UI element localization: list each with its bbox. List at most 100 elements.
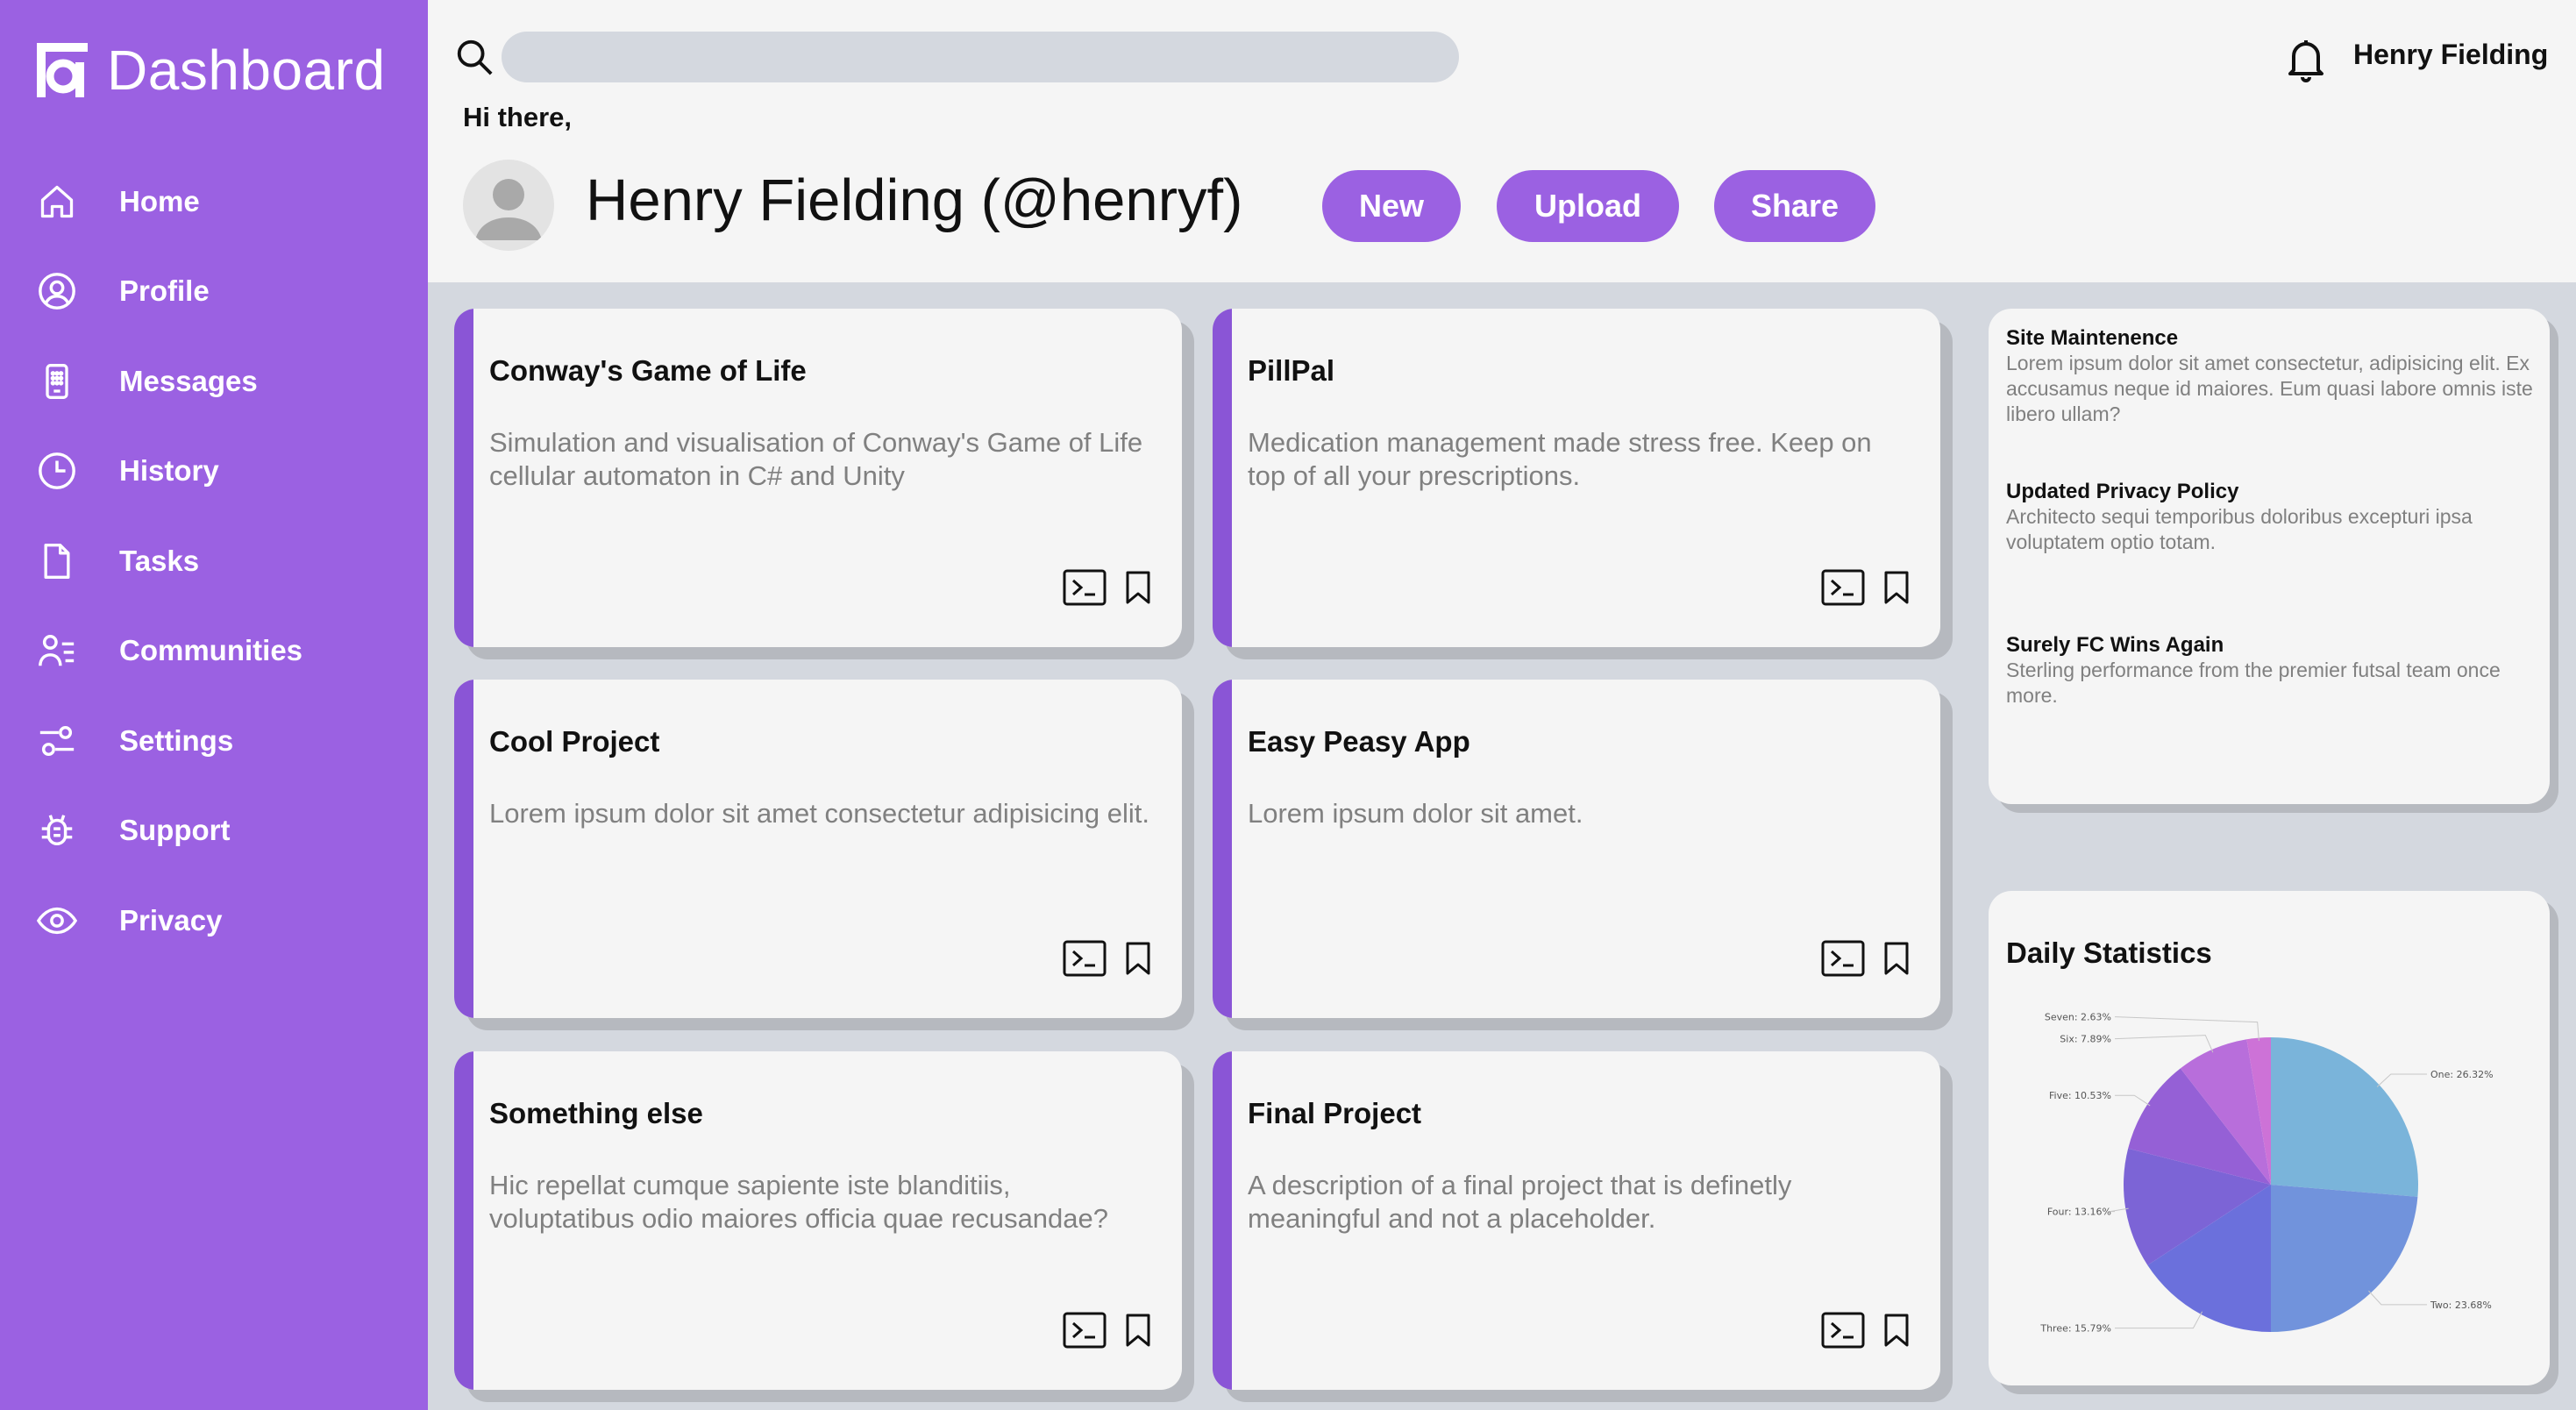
share-button[interactable]: Share: [1714, 170, 1875, 242]
clock-icon: [35, 449, 79, 493]
announcement-body: Sterling performance from the premier fu…: [2006, 659, 2501, 707]
project-card[interactable]: Conway's Game of Life Simulation and visu…: [454, 309, 1182, 647]
bug-icon: [35, 808, 79, 852]
pie-chart: One: 26.32% Two: 23.68% Three: 15.79% Four:…: [2039, 1012, 2494, 1335]
search-input[interactable]: [502, 32, 1459, 82]
pie-slice-two[interactable]: [2271, 1185, 2418, 1332]
bookmark-icon[interactable]: [1124, 570, 1152, 609]
header-user-name[interactable]: Henry Fielding: [2353, 39, 2548, 71]
project-card[interactable]: PillPal Medication management made stress…: [1213, 309, 1940, 647]
brand[interactable]: Dashboard: [37, 35, 386, 105]
pie-leader-line: [2114, 1035, 2214, 1053]
bookmark-icon[interactable]: [1124, 1313, 1152, 1352]
statistics-panel: Daily Statistics One: 26.32% Two: 23.68% T…: [1989, 891, 2550, 1385]
project-description: Lorem ipsum dolor sit amet.: [1248, 798, 1583, 829]
card-actions: [1821, 569, 1911, 610]
header: Henry Fielding Hi there, Henry Fielding …: [428, 0, 2576, 282]
terminal-icon[interactable]: [1063, 569, 1107, 610]
user-circle-icon: [35, 269, 79, 313]
project-description: A description of a final project that is…: [1248, 1170, 1792, 1234]
home-icon: [35, 180, 79, 224]
project-card[interactable]: Something else Hic repellat cumque sapien…: [454, 1051, 1182, 1390]
card-actions: [1821, 940, 1911, 981]
project-description: Hic repellat cumque sapiente iste blandi…: [489, 1170, 1109, 1234]
bookmark-icon[interactable]: [1124, 941, 1152, 980]
pie-label-one: One: 26.32%: [2430, 1069, 2494, 1080]
sidebar-item-home[interactable]: Home: [35, 175, 403, 228]
announcement-body: Lorem ipsum dolor sit amet consectetur, …: [2006, 352, 2533, 425]
sidebar-item-label: Communities: [119, 634, 303, 666]
sidebar-item-label: History: [119, 454, 219, 487]
card-actions: [1063, 569, 1152, 610]
sidebar-item-messages[interactable]: Messages: [35, 355, 403, 408]
users-list-icon: [35, 629, 79, 673]
document-icon: [35, 539, 79, 583]
project-description: Medication management made stress free. …: [1248, 427, 1872, 491]
brand-title: Dashboard: [107, 39, 386, 102]
search-icon[interactable]: [454, 37, 495, 77]
announcement-item[interactable]: Site Maintenence Lorem ipsum dolor sit a…: [2006, 326, 2537, 427]
announcement-body: Architecto sequi temporibus doloribus ex…: [2006, 505, 2473, 553]
terminal-icon[interactable]: [1821, 940, 1865, 981]
sidebar-item-settings[interactable]: Settings: [35, 715, 403, 767]
pie-leader-line: [2376, 1073, 2427, 1087]
announcements-panel: Site Maintenence Lorem ipsum dolor sit a…: [1989, 309, 2550, 804]
avatar[interactable]: [463, 160, 554, 251]
upload-button[interactable]: Upload: [1497, 170, 1679, 242]
project-card[interactable]: Cool Project Lorem ipsum dolor sit amet c…: [454, 680, 1182, 1018]
pie-label-six: Six: 7.89%: [2060, 1034, 2111, 1045]
pie-label-two: Two: 23.68%: [2430, 1300, 2492, 1311]
terminal-icon[interactable]: [1063, 1312, 1107, 1353]
announcement-item[interactable]: Updated Privacy Policy Architecto sequi …: [2006, 480, 2537, 555]
project-description: Lorem ipsum dolor sit amet consectetur a…: [489, 798, 1149, 829]
pie-label-five: Five: 10.53%: [2049, 1090, 2111, 1101]
eye-icon: [35, 899, 79, 943]
sidebar-item-history[interactable]: History: [35, 445, 403, 497]
bookmark-icon[interactable]: [1882, 570, 1911, 609]
project-card[interactable]: Easy Peasy App Lorem ipsum dolor sit amet…: [1213, 680, 1940, 1018]
pie-leader-line: [2115, 1094, 2151, 1107]
new-button[interactable]: New: [1322, 170, 1461, 242]
terminal-icon[interactable]: [1821, 1312, 1865, 1353]
sidebar-item-support[interactable]: Support: [35, 804, 403, 857]
card-actions: [1063, 940, 1152, 981]
sidebar-item-communities[interactable]: Communities: [35, 624, 403, 677]
card-actions: [1821, 1312, 1911, 1353]
announcement-title: Updated Privacy Policy: [2006, 480, 2239, 503]
bookmark-icon[interactable]: [1882, 1313, 1911, 1352]
sliders-icon: [35, 719, 79, 763]
sidebar: Dashboard Home Profile Messages History: [0, 0, 428, 1410]
bookmark-icon[interactable]: [1882, 941, 1911, 980]
pie-leader-line: [2115, 1311, 2203, 1329]
terminal-icon[interactable]: [1063, 940, 1107, 981]
pie-slice-one[interactable]: [2271, 1037, 2418, 1197]
project-title: Something else: [489, 1097, 703, 1129]
phone-icon: [35, 360, 79, 403]
sidebar-item-label: Home: [119, 185, 200, 217]
greeting: Hi there,: [463, 102, 573, 132]
sidebar-item-label: Support: [119, 814, 231, 846]
pie-label-seven: Seven: 2.63%: [2045, 1012, 2111, 1023]
card-actions: [1063, 1312, 1152, 1353]
project-card[interactable]: Final Project A description of a final pr…: [1213, 1051, 1940, 1390]
terminal-icon[interactable]: [1821, 569, 1865, 610]
pie-leader-line: [2114, 1016, 2259, 1041]
sidebar-item-label: Profile: [119, 274, 210, 307]
sidebar-item-tasks[interactable]: Tasks: [35, 535, 403, 588]
project-title: Final Project: [1248, 1097, 1422, 1129]
project-title: PillPal: [1248, 354, 1335, 387]
sidebar-item-label: Messages: [119, 365, 258, 397]
project-title: Conway's Game of Life: [489, 354, 807, 387]
announcement-item[interactable]: Surely FC Wins Again Sterling performanc…: [2006, 633, 2537, 709]
pie-label-three: Three: 15.79%: [2039, 1323, 2111, 1335]
profile-name: Henry Fielding (@henryf): [586, 167, 1243, 233]
sidebar-item-profile[interactable]: Profile: [35, 265, 403, 317]
pie-label-four: Four: 13.16%: [2047, 1207, 2111, 1218]
sidebar-item-privacy[interactable]: Privacy: [35, 894, 403, 947]
announcement-title: Site Maintenence: [2006, 326, 2179, 350]
pie-leader-line: [2110, 1207, 2129, 1213]
sidebar-item-label: Settings: [119, 724, 234, 757]
sidebar-item-label: Tasks: [119, 545, 200, 577]
announcement-title: Surely FC Wins Again: [2006, 633, 2224, 657]
bell-icon[interactable]: [2285, 37, 2327, 82]
